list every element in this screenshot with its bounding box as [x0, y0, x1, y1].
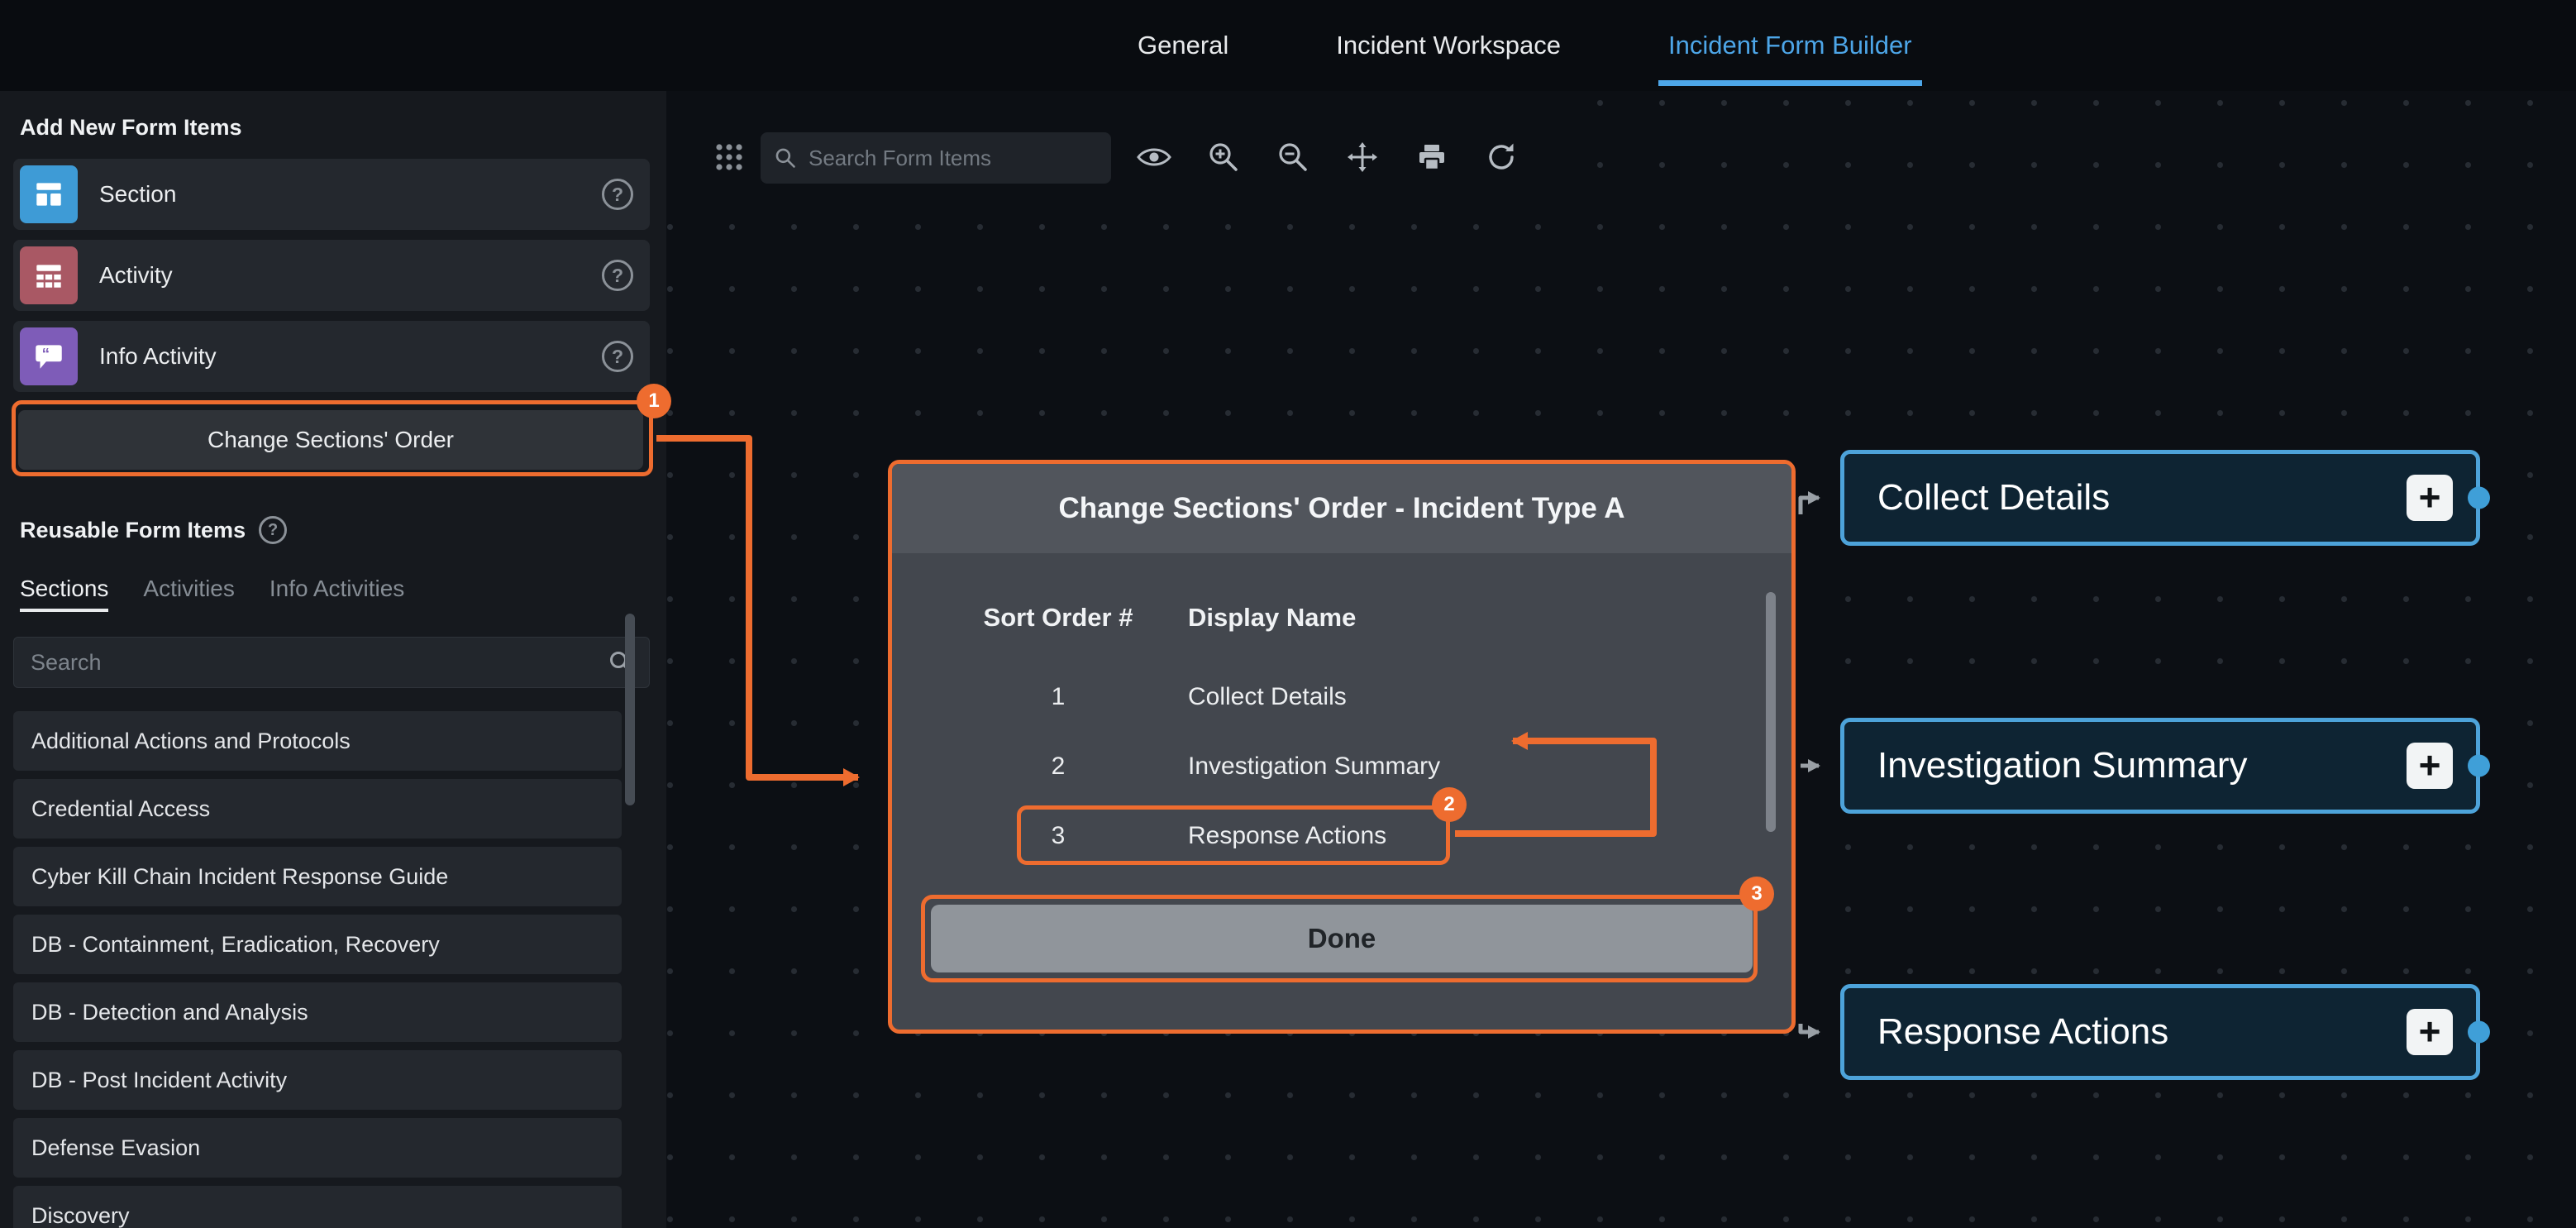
form-item-label: Info Activity [99, 343, 602, 370]
list-item[interactable]: Additional Actions and Protocols [13, 711, 622, 771]
canvas-search-input[interactable] [807, 145, 1098, 172]
add-item-button[interactable]: + [2407, 743, 2453, 789]
sort-order-value: 1 [971, 683, 1145, 711]
node-title: Response Actions [1877, 1011, 2168, 1053]
form-item-label: Activity [99, 262, 602, 289]
add-item-button[interactable]: + [2407, 475, 2453, 521]
display-name-value: Investigation Summary [1188, 753, 1440, 781]
list-item[interactable]: Credential Access [13, 779, 622, 839]
info-activity-help-icon[interactable]: ? [602, 341, 633, 372]
form-items-sidebar: Add New Form Items Section ? Activity ? … [0, 91, 666, 1228]
list-item[interactable]: DB - Containment, Eradication, Recovery [13, 915, 622, 974]
refresh-icon[interactable] [1481, 137, 1521, 177]
zoom-out-icon[interactable] [1273, 137, 1313, 177]
tab-sections[interactable]: Sections [20, 576, 108, 602]
form-item-info-activity[interactable]: “ Info Activity ? [13, 321, 650, 392]
form-item-section[interactable]: Section ? [13, 159, 650, 230]
tab-incident-workspace[interactable]: Incident Workspace [1336, 0, 1561, 91]
activity-help-icon[interactable]: ? [602, 260, 633, 291]
display-name-column-header: Display Name [1188, 603, 1356, 633]
sort-order-value: 2 [971, 753, 1145, 781]
tab-incident-form-builder[interactable]: Incident Form Builder [1668, 0, 1912, 91]
connector-dot[interactable] [2468, 755, 2490, 777]
reusable-form-items-title: Reusable Form Items [20, 517, 246, 543]
list-item[interactable]: DB - Detection and Analysis [13, 982, 622, 1042]
reusable-help-icon[interactable]: ? [259, 516, 287, 544]
display-name-value: Collect Details [1188, 683, 1347, 711]
change-sections-order-dialog: Change Sections' Order - Incident Type A… [888, 460, 1796, 1034]
info-activity-icon: “ [20, 327, 78, 385]
form-builder-canvas: Change Sections' Order - Incident Type A… [666, 91, 2576, 1228]
sort-row[interactable]: 1 Collect Details [971, 662, 1791, 732]
dialog-scrollbar[interactable] [1766, 592, 1776, 832]
form-item-activity[interactable]: Activity ? [13, 240, 650, 311]
dialog-column-headers: Sort Order # Display Name [971, 603, 1791, 633]
sidebar-scrollbar[interactable] [625, 614, 635, 805]
done-button[interactable]: Done [931, 905, 1753, 972]
canvas-search [761, 132, 1111, 184]
activity-icon [20, 246, 78, 304]
sidebar-search [13, 637, 650, 688]
list-item[interactable]: Discovery [13, 1186, 622, 1228]
sort-order-column-header: Sort Order # [971, 603, 1145, 633]
section-node-collect-details[interactable]: Collect Details + [1840, 450, 2480, 546]
dialog-rows: 1 Collect Details 2 Investigation Summar… [892, 662, 1791, 871]
section-help-icon[interactable]: ? [602, 179, 633, 210]
display-name-value: Response Actions [1188, 822, 1386, 850]
list-item[interactable]: Cyber Kill Chain Incident Response Guide [13, 847, 622, 906]
tab-info-activities[interactable]: Info Activities [270, 576, 404, 602]
sort-row[interactable]: 3 Response Actions [971, 801, 1791, 871]
connector-dot[interactable] [2468, 1021, 2490, 1044]
top-navigation-bar: General Incident Workspace Incident Form… [0, 0, 2576, 91]
node-title: Investigation Summary [1877, 745, 2248, 786]
sidebar-search-input[interactable] [29, 649, 608, 676]
svg-text:“: “ [42, 346, 50, 363]
node-title: Collect Details [1877, 477, 2110, 518]
tab-general[interactable]: General [1138, 0, 1228, 91]
dialog-title: Change Sections' Order - Incident Type A [892, 464, 1791, 553]
zoom-in-icon[interactable] [1204, 137, 1243, 177]
list-item[interactable]: DB - Post Incident Activity [13, 1050, 622, 1110]
reusable-form-items-header: Reusable Form Items ? [20, 516, 653, 544]
add-new-form-items-title: Add New Form Items [20, 114, 653, 141]
preview-eye-icon[interactable] [1134, 137, 1174, 177]
section-node-response-actions[interactable]: Response Actions + [1840, 984, 2480, 1080]
sort-row[interactable]: 2 Investigation Summary [971, 732, 1791, 801]
change-sections-order-button[interactable]: Change Sections' Order [18, 410, 643, 470]
search-icon [774, 146, 797, 170]
tab-activities[interactable]: Activities [143, 576, 234, 602]
add-item-button[interactable]: + [2407, 1009, 2453, 1055]
print-icon[interactable] [1412, 137, 1452, 177]
incident-form-builder-app: General Incident Workspace Incident Form… [0, 0, 2576, 1228]
top-tabs: General Incident Workspace Incident Form… [1138, 0, 1912, 91]
drag-handle-icon[interactable] [713, 141, 746, 174]
sort-order-value: 3 [971, 822, 1145, 850]
list-item[interactable]: Defense Evasion [13, 1118, 622, 1178]
section-node-investigation-summary[interactable]: Investigation Summary + [1840, 718, 2480, 814]
reusable-sections-list: Additional Actions and Protocols Credent… [13, 711, 653, 1228]
pan-icon[interactable] [1343, 137, 1382, 177]
reusable-items-tabs: Sections Activities Info Activities [20, 574, 653, 604]
connector-dot[interactable] [2468, 487, 2490, 509]
form-item-label: Section [99, 181, 602, 208]
section-icon [20, 165, 78, 223]
